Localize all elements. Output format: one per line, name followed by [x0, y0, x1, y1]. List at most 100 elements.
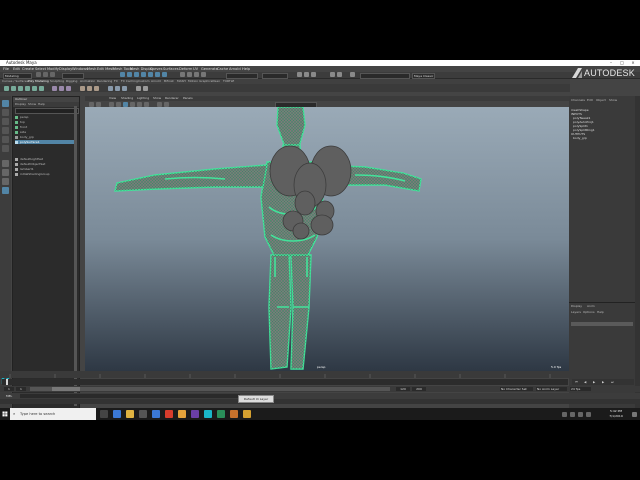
outliner-item-selected[interactable]: polySurface1	[15, 140, 75, 144]
poly-cube-icon[interactable]	[11, 85, 16, 91]
persp-outliner-icon[interactable]	[2, 178, 9, 185]
network-icon[interactable]	[570, 411, 575, 417]
tray-chevron-icon[interactable]	[562, 411, 567, 417]
paint-select-icon[interactable]	[2, 118, 9, 125]
layers-menu-layers[interactable]: Layers	[571, 310, 581, 314]
single-view-icon[interactable]	[2, 160, 9, 167]
volume-icon[interactable]	[578, 411, 583, 417]
task-view-icon[interactable]	[100, 410, 108, 418]
channel-row[interactable]: body_grp	[573, 136, 587, 140]
taskbar-search[interactable]: ⌕ Type here to search	[10, 408, 96, 420]
tab-show[interactable]: Show	[609, 98, 617, 103]
outliner-item[interactable]: body_grp	[15, 135, 34, 139]
select-by-type-icon[interactable]	[141, 72, 146, 77]
outliner-item[interactable]: top	[15, 120, 25, 124]
poly-sphere-icon[interactable]	[4, 85, 9, 91]
tab-channels[interactable]: Channels	[571, 98, 585, 103]
folder-icon[interactable]	[243, 410, 251, 418]
tab-anim-layers[interactable]: Anim	[587, 304, 595, 309]
rotate-tool-icon[interactable]	[2, 136, 9, 143]
outliner-item[interactable]: persp	[15, 115, 28, 119]
taskbar-clock[interactable]: 5:42 PM 7/1/2019	[604, 409, 628, 419]
blender-icon[interactable]	[230, 410, 238, 418]
grid-toggle-icon[interactable]	[109, 101, 114, 107]
uv-editor-icon[interactable]	[136, 85, 141, 91]
planar-map-icon[interactable]	[143, 85, 148, 91]
go-to-start-icon[interactable]: ⏮	[575, 380, 578, 384]
side-tabs[interactable]	[635, 96, 640, 416]
character-set-dropdown[interactable]: No Character Set	[500, 387, 533, 391]
time-ruler[interactable]	[0, 371, 570, 378]
media-player-icon[interactable]	[165, 410, 173, 418]
scale-tool-icon[interactable]	[2, 145, 9, 152]
separate-icon[interactable]	[59, 85, 64, 91]
app-icon[interactable]	[217, 410, 225, 418]
save-scene-icon[interactable]	[50, 72, 55, 77]
wireframe-icon[interactable]	[116, 101, 121, 107]
extrude-icon[interactable]	[80, 85, 85, 91]
hypershade-icon[interactable]	[330, 72, 335, 77]
go-to-end-icon[interactable]: ⏭	[611, 380, 614, 384]
chrome-icon[interactable]	[178, 410, 186, 418]
range-slider[interactable]	[30, 387, 390, 391]
time-slider[interactable]	[2, 379, 568, 385]
range-slider-handle[interactable]	[52, 387, 80, 391]
bevel-icon[interactable]	[94, 85, 99, 91]
edge-icon[interactable]	[113, 410, 121, 418]
lights-icon[interactable]	[137, 101, 142, 107]
bookmark-icon[interactable]	[96, 101, 101, 107]
bridge-icon[interactable]	[87, 85, 92, 91]
shadows-icon[interactable]	[144, 101, 149, 107]
new-scene-icon[interactable]	[36, 72, 41, 77]
outliner-menu-help[interactable]: Help	[38, 102, 45, 107]
play-icon[interactable]: ▶	[593, 380, 595, 384]
four-view-icon[interactable]	[2, 169, 9, 176]
panel-divider[interactable]	[569, 302, 635, 303]
playback-end-field[interactable]: 120	[396, 387, 410, 391]
smooth-icon[interactable]	[66, 85, 71, 91]
current-time-marker[interactable]	[6, 379, 8, 385]
outliner-item[interactable]: defaultLightSet	[15, 157, 43, 161]
combine-icon[interactable]	[52, 85, 57, 91]
input-line-icon[interactable]	[350, 72, 355, 77]
target-weld-icon[interactable]	[115, 85, 120, 91]
outliner-item[interactable]: front	[15, 125, 27, 129]
camera-attributes-icon[interactable]	[89, 101, 94, 107]
store-icon[interactable]	[139, 410, 147, 418]
tab-display-layers[interactable]: Display	[571, 304, 582, 309]
photoshop-icon[interactable]	[191, 410, 199, 418]
select-tool-icon[interactable]	[2, 100, 9, 107]
tab-object[interactable]: Object	[596, 98, 606, 103]
fps-dropdown[interactable]: 24 fps	[570, 387, 591, 391]
select-hierarchy-icon[interactable]	[120, 72, 125, 77]
ipr-render-icon[interactable]	[304, 72, 309, 77]
select-component-icon[interactable]	[134, 72, 139, 77]
snap-grid-icon[interactable]	[180, 72, 185, 77]
outliner-menu-show[interactable]: Show	[28, 102, 36, 107]
select-surfaces-icon[interactable]	[155, 72, 160, 77]
layers-menu-options[interactable]: Options	[583, 310, 595, 314]
mail-icon[interactable]	[152, 410, 160, 418]
move-tool-icon[interactable]	[2, 127, 9, 134]
perspective-viewport[interactable]: persp 5.0 fps	[85, 107, 569, 371]
outliner-item[interactable]: initialShadingGroup	[15, 172, 50, 176]
outliner-menu-display[interactable]: Display	[15, 102, 26, 107]
select-curves-icon[interactable]	[148, 72, 153, 77]
poly-plane-icon[interactable]	[39, 85, 44, 91]
command-input[interactable]	[20, 394, 240, 398]
multi-cut-icon[interactable]	[108, 85, 113, 91]
notifications-icon[interactable]	[632, 411, 637, 417]
snap-surface-icon[interactable]	[201, 72, 206, 77]
outliner-search-input[interactable]	[15, 108, 79, 114]
select-object-icon[interactable]	[127, 72, 132, 77]
layers-menu-help[interactable]: Help	[597, 310, 604, 314]
outliner-item[interactable]: defaultObjectSet	[15, 162, 45, 166]
layout-icon[interactable]	[2, 187, 9, 194]
step-forward-icon[interactable]: ▶	[602, 380, 604, 384]
language-icon[interactable]	[586, 411, 591, 417]
poly-cylinder-icon[interactable]	[18, 85, 23, 91]
windows-start-icon[interactable]	[0, 408, 10, 420]
xray-icon[interactable]	[164, 101, 169, 107]
outliner-item[interactable]: side	[15, 130, 26, 134]
range-end-field[interactable]: 200	[412, 387, 426, 391]
